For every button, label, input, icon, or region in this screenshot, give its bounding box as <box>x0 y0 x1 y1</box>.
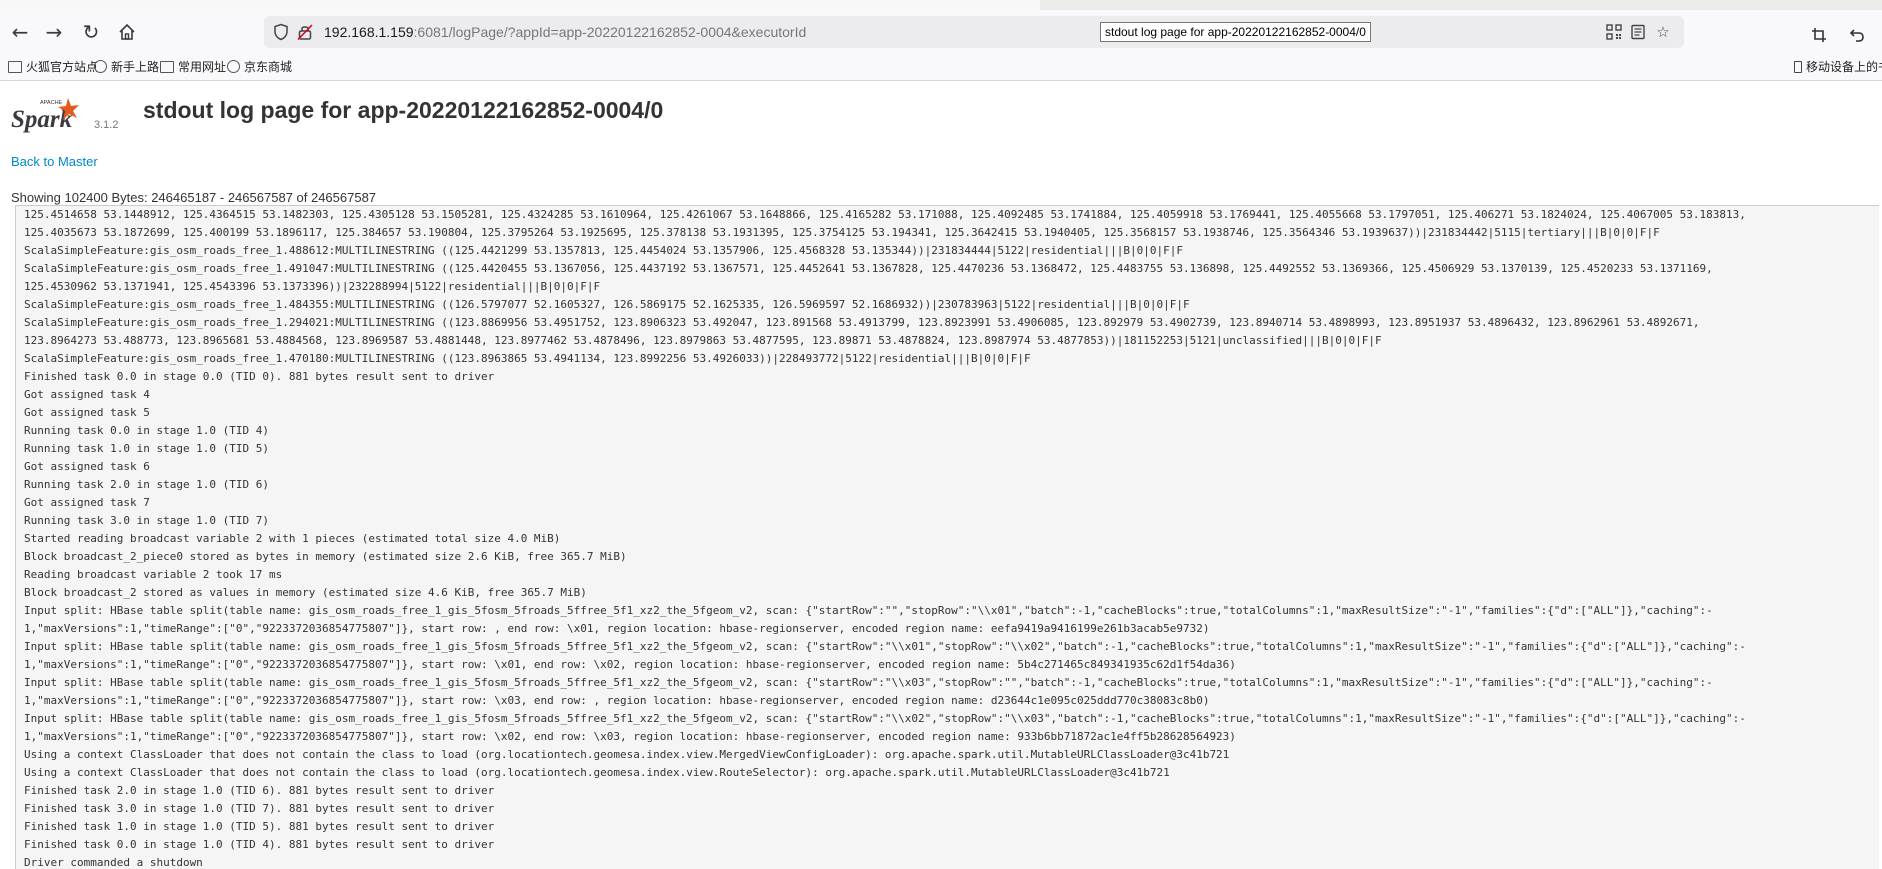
log-line: 123.8964273 53.488773, 123.8965681 53.48… <box>24 334 1382 347</box>
log-line: 125.4514658 53.1448912, 125.4364515 53.1… <box>24 208 1746 221</box>
url-path: :6081/logPage/?appId=app-20220122162852-… <box>413 24 807 40</box>
mobile-device-icon <box>1794 61 1802 73</box>
reader-view-icon[interactable] <box>1628 22 1648 42</box>
log-line: 125.4530962 53.1371941, 125.4543396 53.1… <box>24 280 601 293</box>
log-line: Driver commanded a shutdown <box>24 856 203 869</box>
log-line: Got assigned task 6 <box>24 460 150 473</box>
spark-version: 3.1.2 <box>94 119 119 131</box>
log-line: Finished task 3.0 in stage 1.0 (TID 7). … <box>24 802 495 815</box>
log-line: Input split: HBase table split(table nam… <box>24 676 1713 689</box>
log-line: Finished task 0.0 in stage 0.0 (TID 0). … <box>24 370 495 383</box>
folder-icon <box>8 61 22 73</box>
log-line: Started reading broadcast variable 2 wit… <box>24 532 561 545</box>
byte-range-info: Showing 102400 Bytes: 246465187 - 246567… <box>11 190 377 205</box>
log-line: Finished task 1.0 in stage 1.0 (TID 5). … <box>24 820 495 833</box>
back-arrow-icon[interactable]: ← <box>8 20 32 44</box>
log-line: Input split: HBase table split(table nam… <box>24 712 1746 725</box>
url-host: 192.168.1.159 <box>324 24 414 40</box>
log-line: Finished task 2.0 in stage 1.0 (TID 6). … <box>24 784 495 797</box>
log-line: Using a context ClassLoader that does no… <box>24 748 1230 761</box>
bookmark-label: 新手上路 <box>111 60 160 74</box>
page-title: stdout log page for app-20220122162852-0… <box>143 97 664 123</box>
url-text[interactable]: 192.168.1.159:6081/logPage/?appId=app-20… <box>324 16 806 48</box>
active-tab-edge <box>0 0 1040 10</box>
browser-toolbar: ← → ↻ 192.168.1.159:6081/logPage/?appId=… <box>0 10 1882 54</box>
log-line: Block broadcast_2_piece0 stored as bytes… <box>24 550 627 563</box>
bookmark-common-sites[interactable]: 常用网址 <box>160 58 226 76</box>
qr-code-icon[interactable] <box>1604 22 1624 42</box>
log-line: 125.4035673 53.1872699, 125.400199 53.18… <box>24 226 1660 239</box>
bookmark-getting-started[interactable]: 新手上路 <box>94 58 159 76</box>
log-line: 1,"maxVersions":1,"timeRange":["0","9223… <box>24 658 1236 671</box>
log-line: ScalaSimpleFeature:gis_osm_roads_free_1.… <box>24 262 1713 275</box>
log-line: Got assigned task 5 <box>24 406 150 419</box>
log-line: Input split: HBase table split(table nam… <box>24 604 1713 617</box>
globe-icon <box>94 60 107 73</box>
bookmark-star-icon[interactable]: ☆ <box>1653 22 1673 42</box>
log-line: Input split: HBase table split(table nam… <box>24 640 1746 653</box>
bookmark-label: 火狐官方站点 <box>26 60 99 74</box>
log-line: Finished task 0.0 in stage 1.0 (TID 4). … <box>24 838 495 851</box>
folder-icon <box>160 61 174 73</box>
spark-logo: APACHE Spark <box>11 98 79 133</box>
log-line: Running task 2.0 in stage 1.0 (TID 6) <box>24 478 270 491</box>
address-bar[interactable]: 192.168.1.159:6081/logPage/?appId=app-20… <box>264 16 1684 48</box>
title-tooltip: stdout log page for app-20220122162852-0… <box>1100 22 1371 42</box>
bookmark-label: 常用网址 <box>178 60 227 74</box>
log-line: Got assigned task 4 <box>24 388 150 401</box>
log-line: Using a context ClassLoader that does no… <box>24 766 1170 779</box>
log-line: Got assigned task 7 <box>24 496 150 509</box>
bookmarks-toolbar: 火狐官方站点 新手上路 常用网址 京东商城 移动设备上的书签 <box>0 54 1882 81</box>
bookmark-label: 京东商城 <box>244 60 293 74</box>
log-line: 1,"maxVersions":1,"timeRange":["0","9223… <box>24 730 1236 743</box>
log-output[interactable]: 125.4514658 53.1448912, 125.4364515 53.1… <box>15 205 1879 869</box>
log-line: ScalaSimpleFeature:gis_osm_roads_free_1.… <box>24 352 1031 365</box>
log-line: Running task 3.0 in stage 1.0 (TID 7) <box>24 514 270 527</box>
page-content: APACHE Spark 3.1.2 stdout log page for a… <box>0 81 1882 869</box>
undo-icon[interactable] <box>1846 24 1868 46</box>
log-line: ScalaSimpleFeature:gis_osm_roads_free_1.… <box>24 316 1700 329</box>
bookmark-jd-mall[interactable]: 京东商城 <box>227 58 292 76</box>
log-line: 1,"maxVersions":1,"timeRange":["0","9223… <box>24 694 1210 707</box>
tab-strip <box>0 0 1882 10</box>
insecure-lock-icon[interactable] <box>296 23 314 41</box>
mobile-bookmarks-label: 移动设备上的书签 <box>1806 60 1882 74</box>
log-line: Block broadcast_2 stored as values in me… <box>24 586 587 599</box>
back-to-master-link[interactable]: Back to Master <box>11 154 98 169</box>
mobile-bookmarks[interactable]: 移动设备上的书签 <box>1794 58 1882 76</box>
log-line: ScalaSimpleFeature:gis_osm_roads_free_1.… <box>24 244 1183 257</box>
bookmark-firefox-official[interactable]: 火狐官方站点 <box>8 58 98 76</box>
reload-icon[interactable]: ↻ <box>79 20 103 44</box>
home-icon[interactable] <box>115 20 139 44</box>
log-line: Reading broadcast variable 2 took 17 ms <box>24 568 283 581</box>
globe-icon <box>227 60 240 73</box>
log-line: 1,"maxVersions":1,"timeRange":["0","9223… <box>24 622 1210 635</box>
shield-icon[interactable] <box>272 23 290 41</box>
log-line: ScalaSimpleFeature:gis_osm_roads_free_1.… <box>24 298 1190 311</box>
screenshot-crop-icon[interactable] <box>1808 24 1830 46</box>
log-line: Running task 1.0 in stage 1.0 (TID 5) <box>24 442 270 455</box>
forward-arrow-icon[interactable]: → <box>42 20 66 44</box>
log-line: Running task 0.0 in stage 1.0 (TID 4) <box>24 424 270 437</box>
